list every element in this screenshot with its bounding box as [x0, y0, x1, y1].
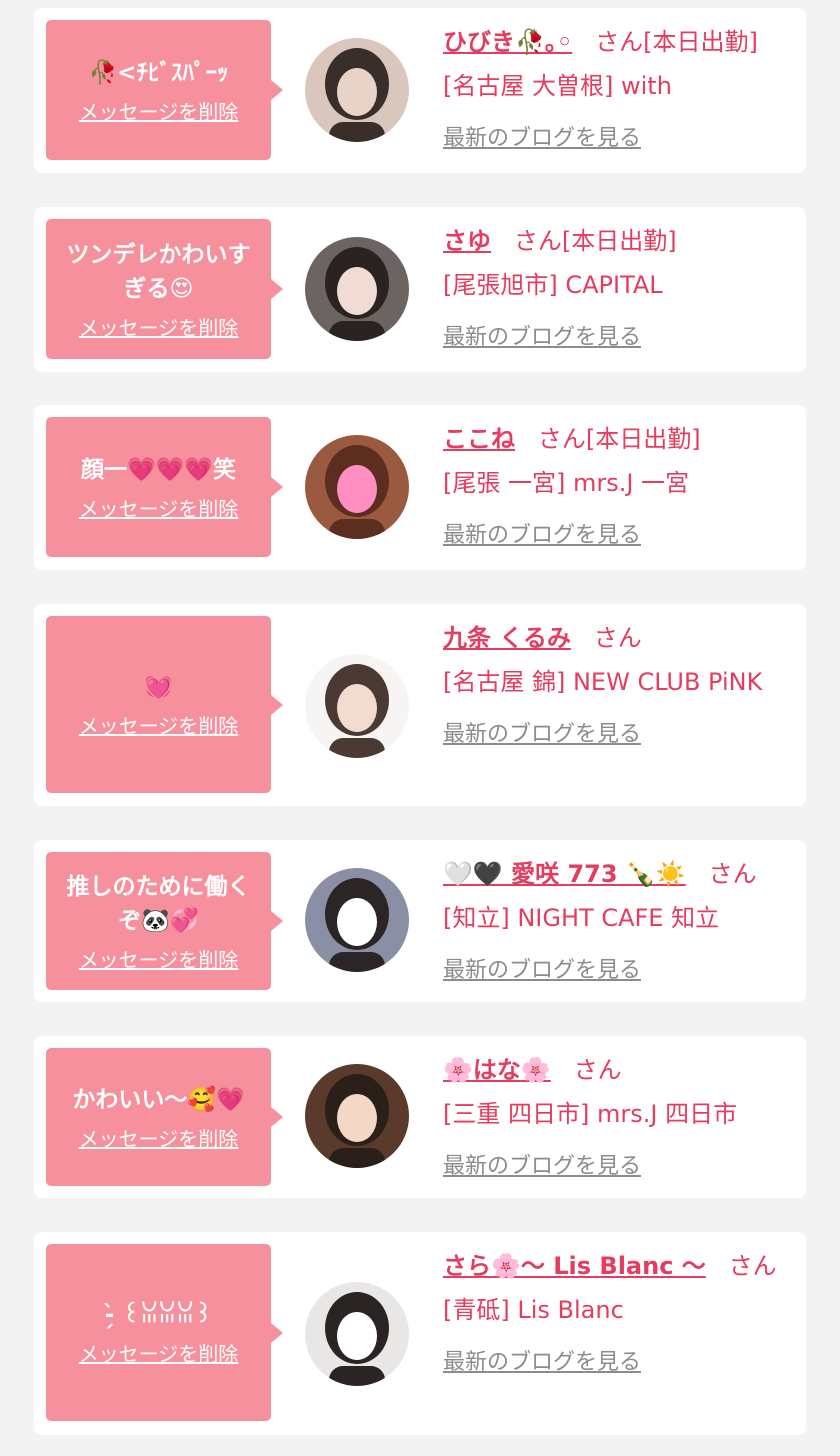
delete-message-link[interactable]: メッセージを削除 [79, 944, 239, 973]
favorite-card: 🥀<ﾁﾋﾞｽﾊﾟｰｯ メッセージを削除 ひびき🥀｡◦ さん[本日出勤] [名古屋… [34, 8, 806, 173]
honorific: さん [513, 227, 562, 255]
latest-blog-link[interactable]: 最新のブログを見る [443, 517, 641, 549]
cast-name-link[interactable]: 九条 くるみ [443, 624, 571, 652]
latest-blog-link[interactable]: 最新のブログを見る [443, 716, 641, 748]
avatar-image [305, 654, 409, 758]
avatar[interactable] [305, 654, 409, 758]
cast-name-link[interactable]: 🌸はな🌸 [443, 1056, 551, 1084]
shop-name: [名古屋 大曽根] with [443, 72, 672, 100]
shop-name: [名古屋 錦] NEW CLUB PiNK [443, 668, 763, 696]
message-text: かわいい〜🥰💗 [72, 1086, 245, 1113]
message-bubble: ツンデレかわいすぎる😍 メッセージを削除 [46, 219, 283, 359]
delete-message-link[interactable]: メッセージを削除 [79, 1338, 239, 1367]
delete-message-link[interactable]: メッセージを削除 [79, 710, 239, 739]
status-label: [本日出勤] [561, 227, 677, 255]
avatar[interactable] [305, 868, 409, 972]
avatar[interactable] [305, 435, 409, 539]
avatar-image [305, 1282, 409, 1386]
favorite-card: 顔一💗💗💗笑 メッセージを削除 ここね さん[本日出勤] [尾張 一宮] mrs… [34, 405, 806, 570]
shop-name: [三重 四日市] mrs.J 四日市 [443, 1100, 738, 1128]
avatar-image [305, 237, 409, 341]
avatar[interactable] [305, 237, 409, 341]
avatar-image [305, 38, 409, 142]
avatar-image [305, 1064, 409, 1168]
message-text: ツンデレかわいすぎる😍 [66, 241, 251, 302]
message-bubble: 💓 メッセージを削除 [46, 616, 283, 793]
message-bubble: かわいい〜🥰💗 メッセージを削除 [46, 1048, 283, 1186]
cast-info: 🤍🖤 愛咲 773 🍾☀️ さん [知立] NIGHT CAFE 知立 最新のブ… [443, 854, 795, 984]
cast-info: さら🌸〜 Lis Blanc 〜 さん [青砥] Lis Blanc 最新のブロ… [443, 1246, 795, 1376]
latest-blog-link[interactable]: 最新のブログを見る [443, 1344, 641, 1376]
message-bubble: 🥀<ﾁﾋﾞｽﾊﾟｰｯ メッセージを削除 [46, 20, 283, 160]
favorite-card: かわいい〜🥰💗 メッセージを削除 🌸はな🌸 さん [三重 四日市] mrs.J … [34, 1036, 806, 1198]
avatar-image [305, 868, 409, 972]
delete-message-link[interactable]: メッセージを削除 [79, 312, 239, 341]
message-bubble: 顔一💗💗💗笑 メッセージを削除 [46, 417, 283, 557]
cast-name-link[interactable]: ひびき🥀｡◦ [443, 28, 572, 56]
message-bubble: 推しのために働くぞ🐼💞 メッセージを削除 [46, 852, 283, 990]
message-text: 顔一💗💗💗笑 [81, 456, 236, 483]
latest-blog-link[interactable]: 最新のブログを見る [443, 319, 641, 351]
cast-name-link[interactable]: さら🌸〜 Lis Blanc 〜 [443, 1252, 706, 1280]
delete-message-link[interactable]: メッセージを削除 [79, 493, 239, 522]
cast-info: 🌸はな🌸 さん [三重 四日市] mrs.J 四日市 最新のブログを見る [443, 1050, 795, 1180]
favorite-card: 💓 メッセージを削除 九条 くるみ さん [名古屋 錦] NEW CLUB Pi… [34, 604, 806, 806]
latest-blog-link[interactable]: 最新のブログを見る [443, 120, 641, 152]
cast-name-link[interactable]: 🤍🖤 愛咲 773 🍾☀️ [443, 860, 686, 888]
cast-name-line: 🌸はな🌸 さん [443, 1050, 795, 1090]
avatar[interactable] [305, 1282, 409, 1386]
delete-message-link[interactable]: メッセージを削除 [79, 96, 239, 125]
cast-name-link[interactable]: ここね [443, 425, 515, 453]
favorite-card: 推しのために働くぞ🐼💞 メッセージを削除 🤍🖤 愛咲 773 🍾☀️ さん [知… [34, 840, 806, 1002]
cast-name-line: 🤍🖤 愛咲 773 🍾☀️ さん [443, 854, 795, 894]
status-label: [本日出勤] [585, 425, 701, 453]
shop-name: [知立] NIGHT CAFE 知立 [443, 904, 720, 932]
cast-info: ここね さん[本日出勤] [尾張 一宮] mrs.J 一宮 最新のブログを見る [443, 419, 795, 549]
cast-info: ひびき🥀｡◦ さん[本日出勤] [名古屋 大曽根] with 最新のブログを見る [443, 22, 795, 152]
cast-name-line: さゆ さん[本日出勤] [443, 221, 795, 261]
honorific: さん [573, 1056, 622, 1084]
message-text: -̗̀ ꒰ꈍꈍꈍ꒱ [104, 1302, 213, 1328]
cast-name-line: ひびき🥀｡◦ さん[本日出勤] [443, 22, 795, 62]
cast-info: 九条 くるみ さん [名古屋 錦] NEW CLUB PiNK 最新のブログを見… [443, 618, 795, 748]
cast-name-line: さら🌸〜 Lis Blanc 〜 さん [443, 1246, 795, 1286]
honorific: さん [728, 1252, 777, 1280]
cast-info: さゆ さん[本日出勤] [尾張旭市] CAPITAL 最新のブログを見る [443, 221, 795, 351]
honorific: さん [595, 28, 644, 56]
latest-blog-link[interactable]: 最新のブログを見る [443, 952, 641, 984]
favorite-card: -̗̀ ꒰ꈍꈍꈍ꒱ メッセージを削除 さら🌸〜 Lis Blanc 〜 さん [… [34, 1232, 806, 1435]
shop-name: [青砥] Lis Blanc [443, 1296, 624, 1324]
shop-name: [尾張旭市] CAPITAL [443, 271, 663, 299]
cast-name-link[interactable]: さゆ [443, 227, 491, 255]
avatar[interactable] [305, 1064, 409, 1168]
avatar[interactable] [305, 38, 409, 142]
avatar-image [305, 435, 409, 539]
honorific: さん [537, 425, 586, 453]
status-label: [本日出勤] [643, 28, 758, 56]
message-text: 🥀<ﾁﾋﾞｽﾊﾟｰｯ [88, 59, 229, 86]
shop-name: [尾張 一宮] mrs.J 一宮 [443, 469, 690, 497]
cast-name-line: ここね さん[本日出勤] [443, 419, 795, 459]
honorific: さん [708, 860, 757, 888]
message-bubble: -̗̀ ꒰ꈍꈍꈍ꒱ メッセージを削除 [46, 1244, 283, 1421]
honorific: さん [593, 624, 642, 652]
message-text: 💓 [144, 674, 173, 700]
delete-message-link[interactable]: メッセージを削除 [79, 1123, 239, 1152]
latest-blog-link[interactable]: 最新のブログを見る [443, 1148, 641, 1180]
favorite-card: ツンデレかわいすぎる😍 メッセージを削除 さゆ さん[本日出勤] [尾張旭市] … [34, 207, 806, 372]
cast-name-line: 九条 くるみ さん [443, 618, 795, 658]
message-text: 推しのために働くぞ🐼💞 [66, 873, 251, 934]
